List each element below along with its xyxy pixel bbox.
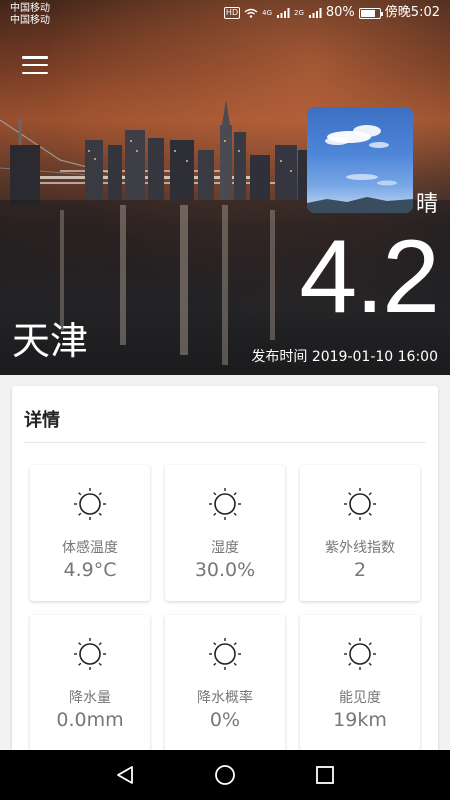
detail-value: 2	[353, 559, 367, 581]
sun-icon	[344, 638, 376, 670]
recents-icon[interactable]	[314, 764, 336, 786]
weather-condition-image	[307, 107, 413, 213]
battery-icon	[358, 7, 383, 19]
detail-item-feels-like: 体感温度 4.9°C	[30, 465, 150, 601]
clock: 傍晚5:02	[384, 5, 440, 20]
detail-label: 降水概率	[197, 690, 253, 706]
status-icons: HD 4G 2G 80% 傍晚5:02	[223, 5, 440, 20]
sky-clouds-icon	[307, 125, 413, 213]
sun-icon	[74, 638, 106, 670]
detail-item-humidity: 湿度 30.0%	[165, 465, 285, 601]
sun-icon	[74, 488, 106, 520]
weather-condition: 晴	[416, 192, 439, 217]
battery-fill	[360, 9, 376, 17]
detail-value: 4.9°C	[63, 559, 117, 581]
signal-icon-2	[308, 8, 322, 18]
details-divider	[24, 442, 426, 443]
detail-value: 0.0mm	[56, 709, 124, 731]
system-nav-bar	[0, 750, 450, 800]
detail-item-uv-index: 紫外线指数 2	[300, 465, 420, 601]
sun-icon	[344, 488, 376, 520]
sun-icon	[209, 488, 241, 520]
carrier-1: 中国移动	[10, 3, 50, 14]
city-name: 天津	[12, 319, 89, 363]
detail-label: 紫外线指数	[325, 540, 395, 556]
hero-banner: 中国移动 中国移动 HD 4G 2G 80% 傍晚5:02 晴 4.2 天津 发…	[0, 0, 450, 375]
detail-value: 0%	[209, 709, 241, 731]
battery-percent: 80%	[325, 5, 355, 20]
publish-time: 发布时间 2019-01-10 16:00	[251, 349, 438, 365]
signal-icon-1	[277, 8, 290, 18]
carrier-info: 中国移动 中国移动	[10, 3, 50, 27]
detail-label: 能见度	[339, 690, 381, 706]
network-type-1: 4G	[262, 9, 272, 17]
detail-item-precip-probability: 降水概率 0%	[165, 615, 285, 751]
back-icon[interactable]	[114, 764, 136, 786]
details-title: 详情	[24, 410, 60, 431]
detail-label: 湿度	[211, 540, 239, 556]
current-temperature: 4.2	[299, 219, 440, 335]
sun-icon	[209, 638, 241, 670]
detail-item-visibility: 能见度 19km	[300, 615, 420, 751]
wifi-icon	[244, 8, 258, 18]
detail-item-precipitation: 降水量 0.0mm	[30, 615, 150, 751]
detail-label: 体感温度	[62, 540, 118, 556]
home-icon[interactable]	[214, 764, 236, 786]
status-bar: 中国移动 中国移动 HD 4G 2G 80% 傍晚5:02	[0, 0, 450, 32]
detail-value: 30.0%	[194, 559, 256, 581]
hd-icon: HD	[223, 7, 241, 19]
detail-label: 降水量	[69, 690, 111, 706]
detail-value: 19km	[333, 709, 387, 731]
details-card: 详情 体感温度 4.9°C 湿度 30.0% 紫外线指数 2 降水量 0.0mm…	[12, 386, 438, 766]
menu-icon[interactable]	[22, 54, 48, 76]
carrier-2: 中国移动	[10, 15, 50, 26]
network-type-2: 2G	[294, 9, 304, 17]
